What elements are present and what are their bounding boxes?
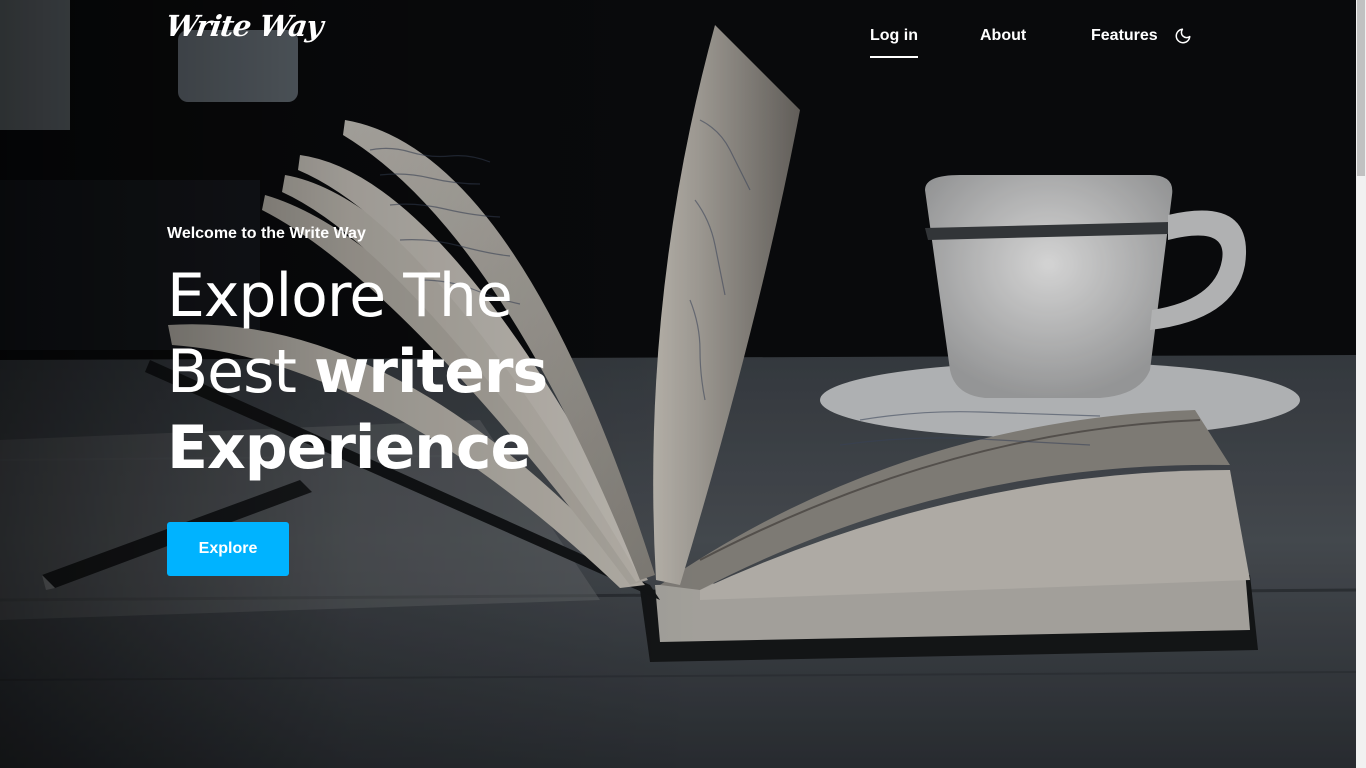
headline-line-2-light: Best: [167, 337, 314, 407]
hero-headline: Explore The Best writers Experience: [167, 258, 607, 486]
nav-features-link[interactable]: Features: [1091, 26, 1158, 46]
nav-login-link[interactable]: Log in: [870, 26, 918, 58]
welcome-text: Welcome to the Write Way: [167, 225, 366, 242]
headline-line-1: Explore The: [167, 261, 513, 331]
moon-icon[interactable]: [1174, 27, 1192, 45]
page-scrollbar[interactable]: [1356, 0, 1366, 768]
nav-about-link[interactable]: About: [980, 26, 1026, 46]
brand-logo[interactable]: Write Way: [164, 9, 325, 43]
hero-section: Write Way Log in About Features Welcome …: [0, 0, 1356, 768]
headline-line-3: Experience: [167, 413, 531, 483]
headline-line-2: Best writers: [167, 334, 607, 410]
explore-button[interactable]: Explore: [167, 522, 289, 576]
headline-line-2-bold: writers: [313, 337, 548, 407]
scrollbar-thumb[interactable]: [1357, 0, 1365, 176]
